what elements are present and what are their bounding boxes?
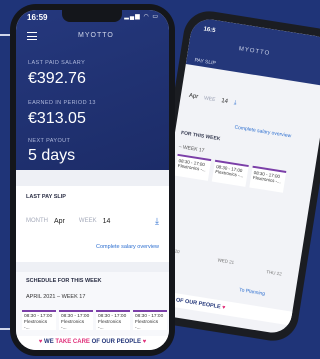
payslip-title: LAST PAY SLIP — [26, 194, 66, 200]
salary-hero: 16:59 ▂▄▆ ◠ ▭ MYOTTO LAST PAID SALARY €3… — [16, 10, 169, 170]
banner-we: WE — [44, 339, 54, 345]
signal-wifi-battery-icon: ▂▄▆ ◠ ▭ — [124, 14, 159, 20]
shift-place: Flextronics -... — [24, 320, 48, 331]
heart-icon: ♥ — [221, 304, 226, 312]
shift-card[interactable]: 08:30 - 17:00 Flextronics -... — [59, 310, 93, 331]
schedule-title: SCHEDULE FOR THIS WEEK — [26, 278, 102, 284]
month-value[interactable]: Apr — [54, 218, 65, 225]
back-shift-card[interactable]: 08:30 - 17:00 Flextronics -... — [249, 165, 287, 193]
shift-card[interactable]: 08:30 - 17:00 Flextronics -... — [133, 310, 167, 331]
month-label: MONTH — [26, 218, 48, 224]
back-planning-link[interactable]: To Planning — [239, 287, 266, 297]
back-week-label: WEE — [203, 95, 216, 104]
heart-icon: ♥ — [142, 339, 147, 345]
last-paid-label: LAST PAID SALARY — [28, 60, 86, 66]
status-time: 16:59 — [27, 13, 48, 22]
back-status-time: 16:5 — [203, 26, 216, 35]
back-month-value: Apr — [188, 92, 199, 101]
phone-notch — [62, 10, 122, 22]
shift-card[interactable]: 08:30 - 17:00 Flextronics -... — [22, 310, 56, 331]
next-payout-value: 5 days — [28, 147, 76, 164]
back-payslip-title: PAY SLIP — [194, 57, 217, 67]
banner-rest: OF OUR PEOPLE — [91, 339, 141, 345]
shift-card[interactable]: 08:30 - 17:00 Flextronics -... — [96, 310, 130, 331]
back-salary-link[interactable]: Complete salary overview — [234, 124, 291, 139]
back-day-label: THU 22 — [265, 269, 283, 277]
payslip-selector[interactable]: MONTH Apr WEEK 14 ⤓ — [26, 214, 159, 228]
back-shift-card[interactable]: 08:30 - 17:00 Flextronics -... — [174, 153, 212, 181]
download-icon[interactable]: ⤓ — [155, 216, 159, 227]
shift-place: Flextronics -... — [135, 320, 159, 331]
next-payout-label: NEXT PAYOUT — [28, 138, 71, 144]
back-download-icon[interactable]: ⤓ — [233, 100, 237, 107]
back-app-logo: MYOTTO — [238, 46, 271, 57]
back-shift-card[interactable]: 08:30 - 17:00 Flextronics -... — [211, 159, 249, 187]
week-value[interactable]: 14 — [103, 218, 111, 225]
back-day-label: WED 21 — [217, 257, 235, 265]
heart-icon: ♥ — [38, 339, 43, 345]
back-week-text: – WEEK 17 — [178, 143, 205, 154]
salary-overview-link[interactable]: Complete salary overview — [96, 244, 159, 250]
shift-place: Flextronics -... — [61, 320, 85, 331]
front-phone: 16:59 ▂▄▆ ◠ ▭ MYOTTO LAST PAID SALARY €3… — [10, 4, 175, 356]
banner-take-care: TAKE CARE — [55, 339, 90, 345]
earned-label: EARNED IN PERIOD 13 — [28, 100, 96, 106]
back-header: 16:5 MYOTTO PAY SLIP — [185, 16, 320, 87]
back-week-value: 14 — [220, 98, 229, 105]
menu-icon[interactable] — [27, 32, 37, 40]
payslip-card: LAST PAY SLIP MONTH Apr WEEK 14 ⤓ Comple… — [16, 186, 169, 262]
last-paid-value: €392.76 — [28, 70, 86, 87]
care-banner: ♥ WE TAKE CARE OF OUR PEOPLE ♥ — [16, 336, 169, 350]
week-label: WEEK — [78, 218, 97, 224]
front-phone-screen: 16:59 ▂▄▆ ◠ ▭ MYOTTO LAST PAID SALARY €3… — [16, 10, 169, 350]
shift-place: Flextronics -... — [98, 320, 122, 331]
app-logo: MYOTTO — [78, 32, 114, 39]
schedule-week: APRIL 2021 – WEEK 17 — [26, 294, 86, 300]
earned-value: €313.05 — [28, 110, 86, 127]
back-schedule-title: FOR THIS WEEK — [180, 130, 221, 143]
back-payslip-row[interactable]: Apr WEE 14 ⤓ — [188, 89, 317, 123]
